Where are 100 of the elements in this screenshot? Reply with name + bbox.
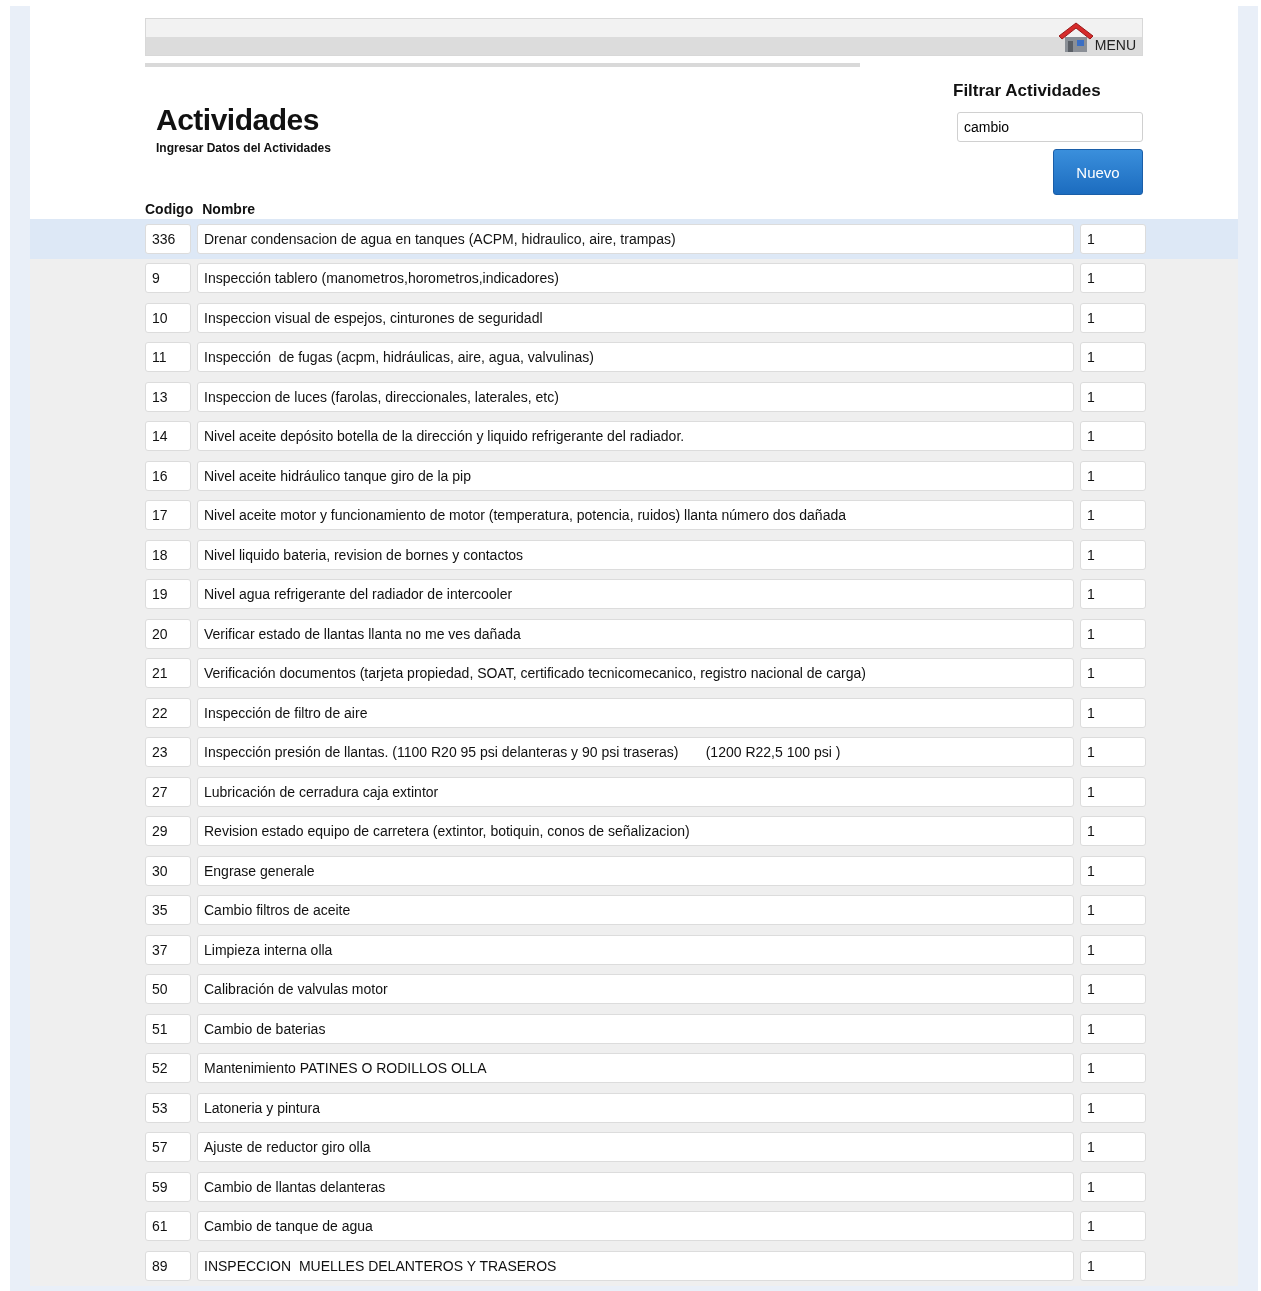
menu-button[interactable]: MENU (1056, 21, 1142, 55)
table-row[interactable]: 52 Mantenimiento PATINES O RODILLOS OLLA 1 (30, 1048, 1238, 1088)
code-field[interactable]: 23 (145, 737, 191, 768)
value-field[interactable]: 1 (1080, 539, 1146, 570)
code-field[interactable]: 13 (145, 381, 191, 412)
value-field[interactable]: 1 (1080, 421, 1146, 452)
code-field[interactable]: 14 (145, 421, 191, 452)
value-field[interactable]: 1 (1080, 579, 1146, 610)
value-field[interactable]: 1 (1080, 618, 1146, 649)
code-field[interactable]: 52 (145, 1053, 191, 1084)
table-row[interactable]: 59 Cambio de llantas delanteras 1 (30, 1167, 1238, 1207)
value-field[interactable]: 1 (1080, 816, 1146, 847)
code-field[interactable]: 27 (145, 776, 191, 807)
code-field[interactable]: 51 (145, 1013, 191, 1044)
value-field[interactable]: 1 (1080, 500, 1146, 531)
value-field[interactable]: 1 (1080, 855, 1146, 886)
name-field[interactable]: Revision estado equipo de carretera (extintor, botiquin, conos de señalizacion) (197, 816, 1074, 847)
value-field[interactable]: 1 (1080, 460, 1146, 491)
value-field[interactable]: 1 (1080, 658, 1146, 689)
value-field[interactable]: 1 (1080, 1053, 1146, 1084)
name-field[interactable]: Nivel aceite motor y funcionamiento de motor (temperatura, potencia, ruidos) llanta número dos dañada (197, 500, 1074, 531)
code-field[interactable]: 59 (145, 1171, 191, 1202)
table-row[interactable]: 53 Latoneria y pintura 1 (30, 1088, 1238, 1128)
table-row[interactable]: 35 Cambio filtros de aceite 1 (30, 890, 1238, 930)
code-field[interactable]: 9 (145, 263, 191, 294)
name-field[interactable]: Inspección tablero (manometros,horometros,indicadores) (197, 263, 1074, 294)
name-field[interactable]: Nivel liquido bateria, revision de bornes y contactos (197, 539, 1074, 570)
table-row[interactable]: 18 Nivel liquido bateria, revision de bornes y contactos 1 (30, 535, 1238, 575)
name-field[interactable]: Cambio filtros de aceite (197, 895, 1074, 926)
name-field[interactable]: Nivel agua refrigerante del radiador de intercooler (197, 579, 1074, 610)
code-field[interactable]: 61 (145, 1211, 191, 1242)
name-field[interactable]: Inspección de filtro de aire (197, 697, 1074, 728)
value-field[interactable]: 1 (1080, 263, 1146, 294)
filter-field[interactable]: cambio (957, 112, 1143, 142)
table-row[interactable]: 30 Engrase generale 1 (30, 851, 1238, 891)
table-row[interactable]: 13 Inspeccion de luces (farolas, direccionales, laterales, etc) 1 (30, 377, 1238, 417)
table-row[interactable]: 22 Inspección de filtro de aire 1 (30, 693, 1238, 733)
name-field[interactable]: Calibración de valvulas motor (197, 974, 1074, 1005)
value-field[interactable]: 1 (1080, 1013, 1146, 1044)
value-field[interactable]: 1 (1080, 342, 1146, 373)
name-field[interactable]: Engrase generale (197, 855, 1074, 886)
table-row[interactable]: 23 Inspección presión de llantas. (1100 R20 95 psi delanteras y 90 psi traseras) (1200 R22,5 100 psi ) 1 (30, 732, 1238, 772)
new-button[interactable]: Nuevo (1053, 149, 1143, 195)
code-field[interactable]: 29 (145, 816, 191, 847)
name-field[interactable]: Inspección presión de llantas. (1100 R20 95 psi delanteras y 90 psi traseras) (1200 R22,5 100 psi ) (197, 737, 1074, 768)
code-field[interactable]: 11 (145, 342, 191, 373)
name-field[interactable]: Inspeccion visual de espejos, cinturones de seguridadl (197, 302, 1074, 333)
code-field[interactable]: 18 (145, 539, 191, 570)
value-field[interactable]: 1 (1080, 1250, 1146, 1281)
code-field[interactable]: 17 (145, 500, 191, 531)
value-field[interactable]: 1 (1080, 302, 1146, 333)
code-field[interactable]: 89 (145, 1250, 191, 1281)
value-field[interactable]: 1 (1080, 737, 1146, 768)
table-row[interactable]: 10 Inspeccion visual de espejos, cinturones de seguridadl 1 (30, 298, 1238, 338)
name-field[interactable]: INSPECCION MUELLES DELANTEROS Y TRASEROS (197, 1250, 1074, 1281)
value-field[interactable]: 1 (1080, 776, 1146, 807)
table-row[interactable]: 14 Nivel aceite depósito botella de la dirección y liquido refrigerante del radiador. 1 (30, 416, 1238, 456)
value-field[interactable]: 1 (1080, 895, 1146, 926)
value-field[interactable]: 1 (1080, 1092, 1146, 1123)
value-field[interactable]: 1 (1080, 697, 1146, 728)
code-field[interactable]: 30 (145, 855, 191, 886)
name-field[interactable]: Ajuste de reductor giro olla (197, 1132, 1074, 1163)
table-row[interactable]: 61 Cambio de tanque de agua 1 (30, 1206, 1238, 1246)
code-field[interactable]: 19 (145, 579, 191, 610)
code-field[interactable]: 10 (145, 302, 191, 333)
table-row[interactable]: 51 Cambio de baterias 1 (30, 1009, 1238, 1049)
table-row[interactable]: 37 Limpieza interna olla 1 (30, 930, 1238, 970)
name-field[interactable]: Latoneria y pintura (197, 1092, 1074, 1123)
name-field[interactable]: Verificar estado de llantas llanta no me ves dañada (197, 618, 1074, 649)
table-row[interactable]: 21 Verificación documentos (tarjeta propiedad, SOAT, certificado tecnicomecanico, registro nacional de carga) 1 (30, 653, 1238, 693)
code-field[interactable]: 50 (145, 974, 191, 1005)
code-field[interactable]: 37 (145, 934, 191, 965)
table-row[interactable]: 9 Inspección tablero (manometros,horometros,indicadores) 1 (30, 258, 1238, 298)
code-field[interactable]: 53 (145, 1092, 191, 1123)
name-field[interactable]: Limpieza interna olla (197, 934, 1074, 965)
table-row[interactable]: 89 INSPECCION MUELLES DELANTEROS Y TRASEROS 1 (30, 1246, 1238, 1286)
value-field[interactable]: 1 (1080, 381, 1146, 412)
table-row[interactable]: 19 Nivel agua refrigerante del radiador de intercooler 1 (30, 574, 1238, 614)
table-row[interactable]: 336 Drenar condensacion de agua en tanques (ACPM, hidraulico, aire, trampas) 1 (30, 219, 1238, 259)
code-field[interactable]: 35 (145, 895, 191, 926)
table-row[interactable]: 16 Nivel aceite hidráulico tanque giro de la pip 1 (30, 456, 1238, 496)
table-row[interactable]: 50 Calibración de valvulas motor 1 (30, 969, 1238, 1009)
table-row[interactable]: 27 Lubricación de cerradura caja extintor 1 (30, 772, 1238, 812)
table-row[interactable]: 17 Nivel aceite motor y funcionamiento de motor (temperatura, potencia, ruidos) llanta número dos dañada 1 (30, 495, 1238, 535)
value-field[interactable]: 1 (1080, 1132, 1146, 1163)
table-row[interactable]: 20 Verificar estado de llantas llanta no me ves dañada 1 (30, 614, 1238, 654)
table-row[interactable]: 11 Inspección de fugas (acpm, hidráulicas, aire, agua, valvulinas) 1 (30, 337, 1238, 377)
name-field[interactable]: Nivel aceite depósito botella de la dirección y liquido refrigerante del radiador. (197, 421, 1074, 452)
code-field[interactable]: 22 (145, 697, 191, 728)
value-field[interactable]: 1 (1080, 1171, 1146, 1202)
name-field[interactable]: Mantenimiento PATINES O RODILLOS OLLA (197, 1053, 1074, 1084)
code-field[interactable]: 16 (145, 460, 191, 491)
name-field[interactable]: Inspección de fugas (acpm, hidráulicas, aire, agua, valvulinas) (197, 342, 1074, 373)
name-field[interactable]: Cambio de tanque de agua (197, 1211, 1074, 1242)
value-field[interactable]: 1 (1080, 934, 1146, 965)
code-field[interactable]: 21 (145, 658, 191, 689)
name-field[interactable]: Verificación documentos (tarjeta propiedad, SOAT, certificado tecnicomecanico, registro nacional de carga) (197, 658, 1074, 689)
name-field[interactable]: Nivel aceite hidráulico tanque giro de la pip (197, 460, 1074, 491)
value-field[interactable]: 1 (1080, 223, 1146, 254)
code-field[interactable]: 336 (145, 223, 191, 254)
